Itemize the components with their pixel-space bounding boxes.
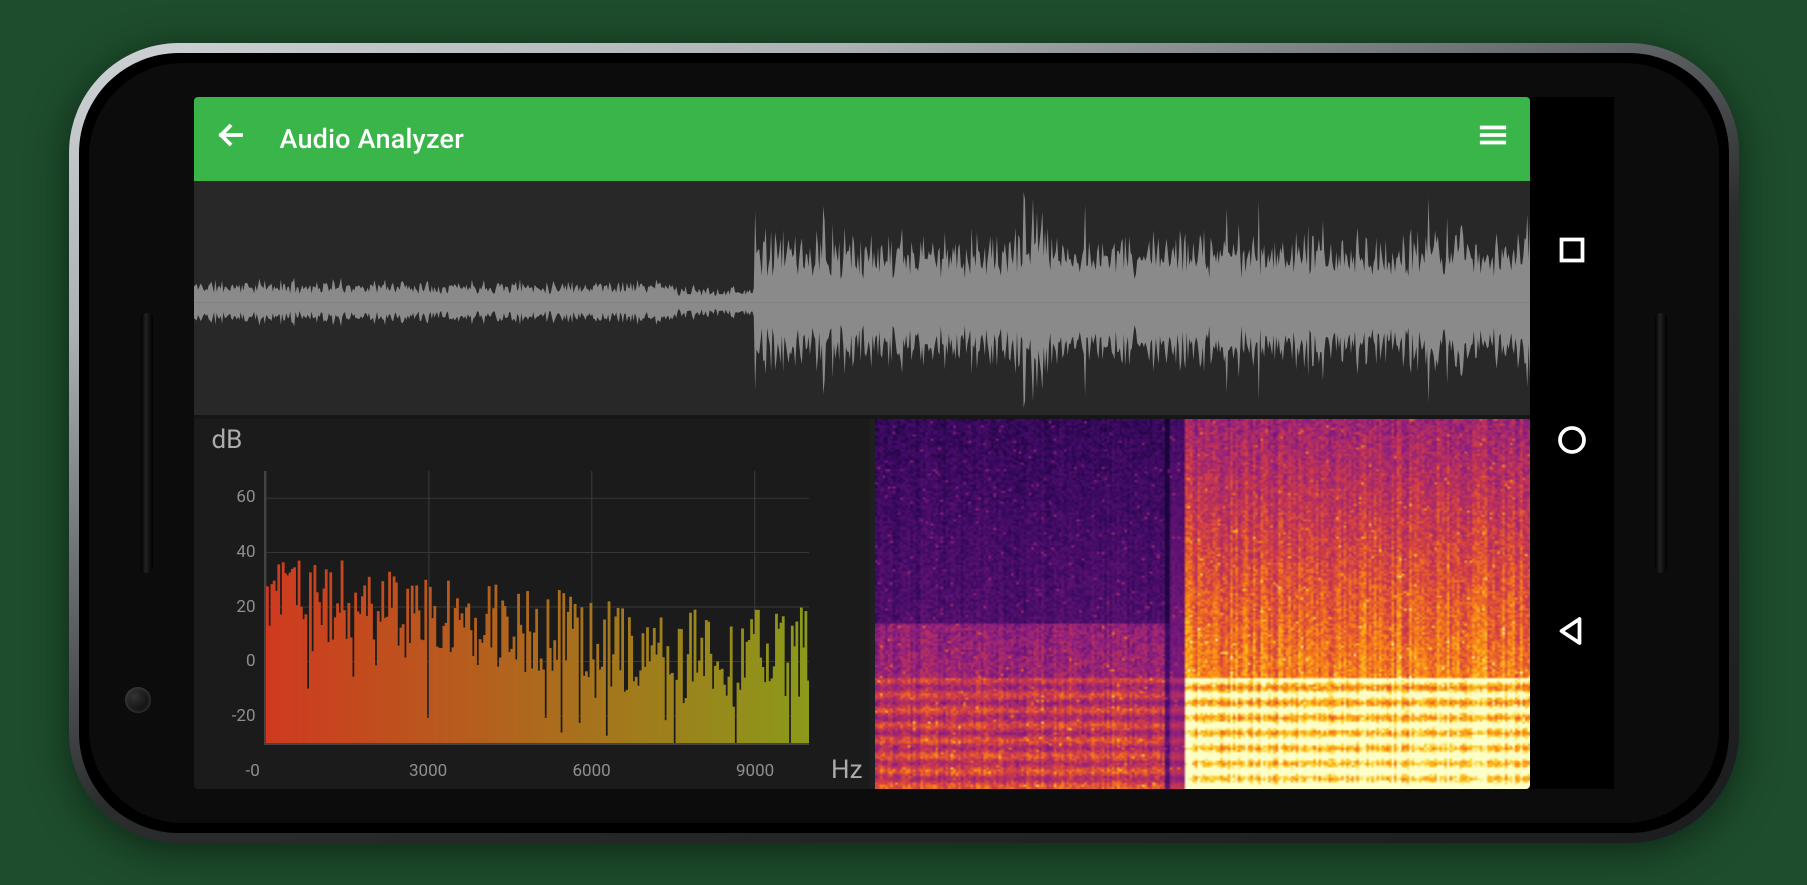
fft-x-tick: 9000 (736, 761, 774, 781)
spectrogram-graphic (875, 419, 1530, 789)
fft-x-axis-label: Hz (831, 755, 862, 785)
fft-x-tick: 6000 (573, 761, 611, 781)
phone-frame: Audio Analyzer dB Hz (69, 43, 1739, 843)
speaker-grille-left (141, 313, 153, 573)
fft-y-axis-label: dB (212, 425, 243, 455)
fft-spectrum-panel[interactable]: dB Hz 60 40 20 0 -20 -0 3000 6000 9000 (194, 419, 869, 789)
main-content: dB Hz 60 40 20 0 -20 -0 3000 6000 9000 (194, 181, 1530, 789)
fft-x-tick: 3000 (409, 761, 447, 781)
fft-x-tick: -0 (246, 761, 260, 781)
android-nav-bar (1530, 97, 1614, 789)
waveform-panel[interactable] (194, 181, 1530, 419)
app-bar: Audio Analyzer (194, 97, 1530, 181)
fft-y-tick: 60 (216, 487, 256, 507)
fft-y-tick: -20 (216, 706, 256, 726)
fft-y-tick: 0 (216, 651, 256, 671)
fft-plot-area (264, 471, 809, 745)
speaker-grille-right (1655, 313, 1667, 573)
app-screen: Audio Analyzer dB Hz (194, 97, 1530, 789)
back-arrow-icon[interactable] (216, 120, 246, 157)
spectrogram-panel[interactable] (875, 419, 1530, 789)
nav-back-icon[interactable] (1554, 613, 1590, 653)
nav-recent-apps-icon[interactable] (1554, 232, 1590, 272)
app-title: Audio Analyzer (280, 123, 464, 155)
nav-home-icon[interactable] (1554, 422, 1590, 462)
hamburger-menu-icon[interactable] (1478, 120, 1508, 157)
waveform-graphic (194, 181, 1530, 415)
front-camera (125, 687, 151, 713)
fft-y-tick: 20 (216, 597, 256, 617)
fft-y-tick: 40 (216, 542, 256, 562)
